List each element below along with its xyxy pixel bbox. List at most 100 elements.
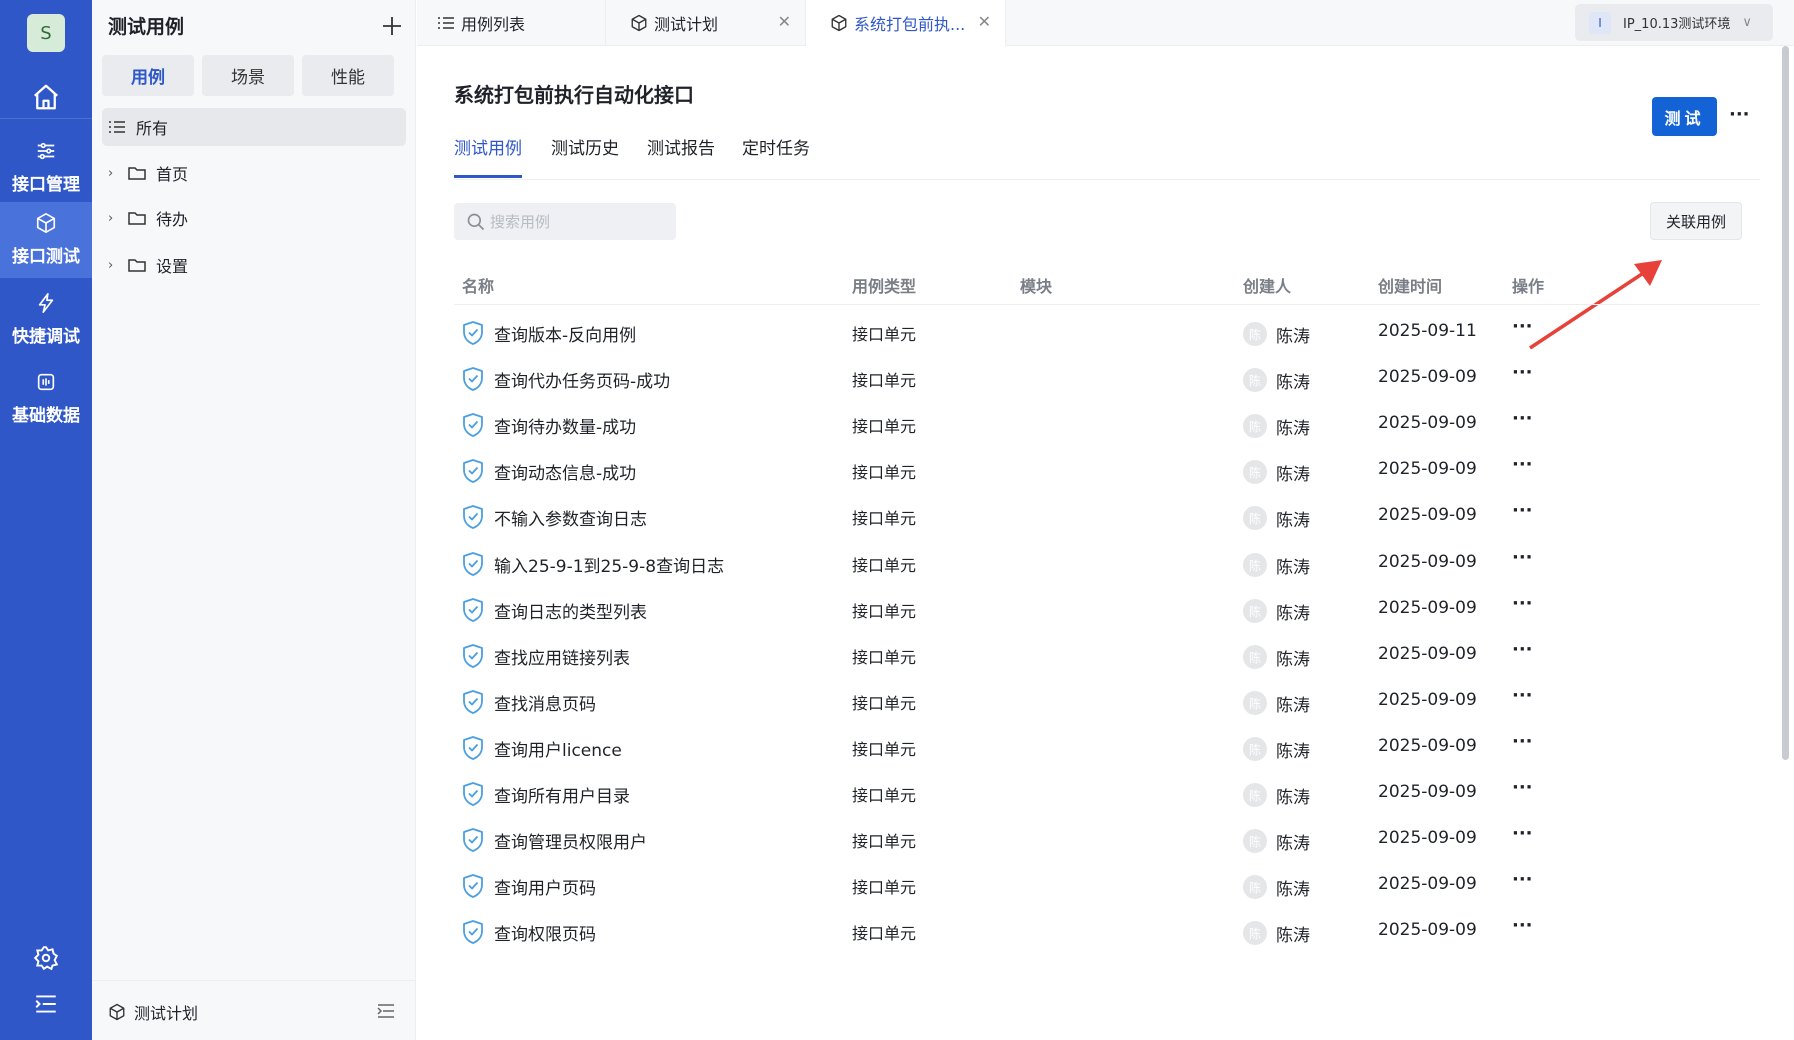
tab-current-plan[interactable]: 系统打包前执... ✕ <box>806 0 1006 46</box>
row-more-button[interactable]: ··· <box>1512 639 1533 660</box>
case-name[interactable]: 查询版本-反向用例 <box>494 321 636 346</box>
chevron-right-icon[interactable]: › <box>108 166 122 181</box>
environment-label: IP_10.13测试环境 <box>1623 17 1731 32</box>
column-header-created-time: 创建时间 <box>1378 277 1443 296</box>
case-type: 接口单元 <box>852 740 917 759</box>
scrollbar[interactable] <box>1782 46 1789 760</box>
footer-test-plan-link[interactable]: 测试计划 <box>134 1000 198 1024</box>
case-name[interactable]: 查询用户licence <box>494 736 622 761</box>
row-more-button[interactable]: ··· <box>1512 454 1533 475</box>
column-header-creator: 创建人 <box>1243 277 1292 296</box>
rail-divider <box>0 118 92 119</box>
row-more-button[interactable]: ··· <box>1512 547 1533 568</box>
case-name[interactable]: 查询权限页码 <box>494 920 596 945</box>
case-name[interactable]: 查询代办任务页码-成功 <box>494 367 670 392</box>
close-icon[interactable]: ✕ <box>978 12 991 31</box>
sliders-icon <box>37 142 55 160</box>
case-name[interactable]: 查找应用链接列表 <box>494 644 630 669</box>
rail-item-api-testing[interactable]: 接口测试 <box>0 202 92 278</box>
home-icon[interactable] <box>31 82 61 112</box>
more-options-button[interactable]: ··· <box>1729 104 1751 128</box>
case-type: 接口单元 <box>852 463 917 482</box>
environment-selector[interactable]: I IP_10.13测试环境 ∨ <box>1575 4 1773 41</box>
tree-node-todo[interactable]: › 待办 <box>102 199 406 237</box>
rail-item-api-management[interactable]: 接口管理 <box>0 130 92 206</box>
tree-node-label: 所有 <box>136 119 169 138</box>
search-input[interactable] <box>490 212 660 231</box>
case-name[interactable]: 查询管理员权限用户 <box>494 828 647 853</box>
case-type: 接口单元 <box>852 832 917 851</box>
case-name[interactable]: 查询用户页码 <box>494 874 596 899</box>
collapse-menu-icon[interactable] <box>33 993 59 1015</box>
chevron-right-icon[interactable]: › <box>108 211 122 226</box>
row-more-button[interactable]: ··· <box>1512 408 1533 429</box>
list-icon <box>438 17 454 29</box>
case-name[interactable]: 查询动态信息-成功 <box>494 459 636 484</box>
segment-cases[interactable]: 用例 <box>102 55 194 96</box>
shield-check-icon <box>463 690 483 714</box>
user-avatar[interactable]: S <box>27 14 65 52</box>
row-more-button[interactable]: ··· <box>1512 915 1533 936</box>
shield-check-icon <box>463 598 483 622</box>
row-more-button[interactable]: ··· <box>1512 685 1533 706</box>
close-icon[interactable]: ✕ <box>778 12 791 31</box>
row-more-button[interactable]: ··· <box>1512 869 1533 890</box>
rail-item-label: 接口管理 <box>12 175 80 195</box>
shield-check-icon <box>463 920 483 944</box>
rail-item-quick-debug[interactable]: 快捷调试 <box>0 282 92 358</box>
row-more-button[interactable]: ··· <box>1512 777 1533 798</box>
cube-icon <box>36 213 56 233</box>
case-type: 接口单元 <box>852 509 917 528</box>
creator-name: 陈涛 <box>1276 788 1310 808</box>
gear-icon[interactable] <box>33 945 59 971</box>
search-box[interactable] <box>454 203 676 240</box>
avatar: 陈 <box>1243 737 1267 761</box>
segment-scenes[interactable]: 场景 <box>202 55 294 96</box>
subtab-test-cases[interactable]: 测试用例 <box>454 134 522 178</box>
tree-node-all[interactable]: 所有 <box>102 108 406 146</box>
row-more-button[interactable]: ··· <box>1512 731 1533 752</box>
tab-case-list[interactable]: 用例列表 <box>417 0 606 46</box>
table-row[interactable]: 查询权限页码 接口单元 陈陈涛 2025-09-09 ··· <box>454 905 1760 958</box>
tree-node-home[interactable]: › 首页 <box>102 154 406 192</box>
created-date: 2025-09-11 <box>1378 321 1477 341</box>
subtab-test-reports[interactable]: 测试报告 <box>647 134 715 178</box>
rail-item-base-data[interactable]: 基础数据 <box>0 361 92 437</box>
case-name[interactable]: 查询待办数量-成功 <box>494 413 636 438</box>
table-row[interactable]: 不输入参数查询日志 接口单元 陈陈涛 2025-09-09 ··· <box>454 490 1760 543</box>
created-date: 2025-09-09 <box>1378 598 1477 618</box>
cube-icon <box>831 14 847 32</box>
creator-name: 陈涛 <box>1276 604 1310 624</box>
avatar: 陈 <box>1243 460 1267 484</box>
segment-performance[interactable]: 性能 <box>302 55 394 96</box>
case-type: 接口单元 <box>852 786 917 805</box>
subtab-test-history[interactable]: 测试历史 <box>551 134 619 178</box>
avatar: 陈 <box>1243 875 1267 899</box>
run-test-button[interactable]: 测试 <box>1652 97 1717 136</box>
row-more-button[interactable]: ··· <box>1512 316 1533 337</box>
subtab-scheduled-tasks[interactable]: 定时任务 <box>742 134 810 178</box>
row-more-button[interactable]: ··· <box>1512 823 1533 844</box>
collapse-panel-icon[interactable] <box>377 1003 395 1019</box>
case-name[interactable]: 查找消息页码 <box>494 690 596 715</box>
list-icon <box>109 121 125 133</box>
created-date: 2025-09-09 <box>1378 828 1477 848</box>
tab-test-plan[interactable]: 测试计划 ✕ <box>606 0 806 46</box>
cube-icon <box>631 14 647 32</box>
row-more-button[interactable]: ··· <box>1512 500 1533 521</box>
chevron-right-icon[interactable]: › <box>108 258 122 273</box>
tab-label: 用例列表 <box>461 15 526 34</box>
row-more-button[interactable]: ··· <box>1512 593 1533 614</box>
case-name[interactable]: 查询所有用户目录 <box>494 782 630 807</box>
case-name[interactable]: 不输入参数查询日志 <box>494 505 647 530</box>
case-name[interactable]: 输入25-9-1到25-9-8查询日志 <box>494 552 724 577</box>
row-more-button[interactable]: ··· <box>1512 362 1533 383</box>
add-icon[interactable] <box>380 14 404 38</box>
creator-name: 陈涛 <box>1276 558 1310 578</box>
case-name[interactable]: 查询日志的类型列表 <box>494 598 647 623</box>
link-cases-button[interactable]: 关联用例 <box>1650 202 1742 240</box>
created-date: 2025-09-09 <box>1378 552 1477 572</box>
tree-node-settings[interactable]: › 设置 <box>102 246 406 284</box>
tree-node-label: 设置 <box>156 257 189 276</box>
shield-check-icon <box>463 644 483 668</box>
